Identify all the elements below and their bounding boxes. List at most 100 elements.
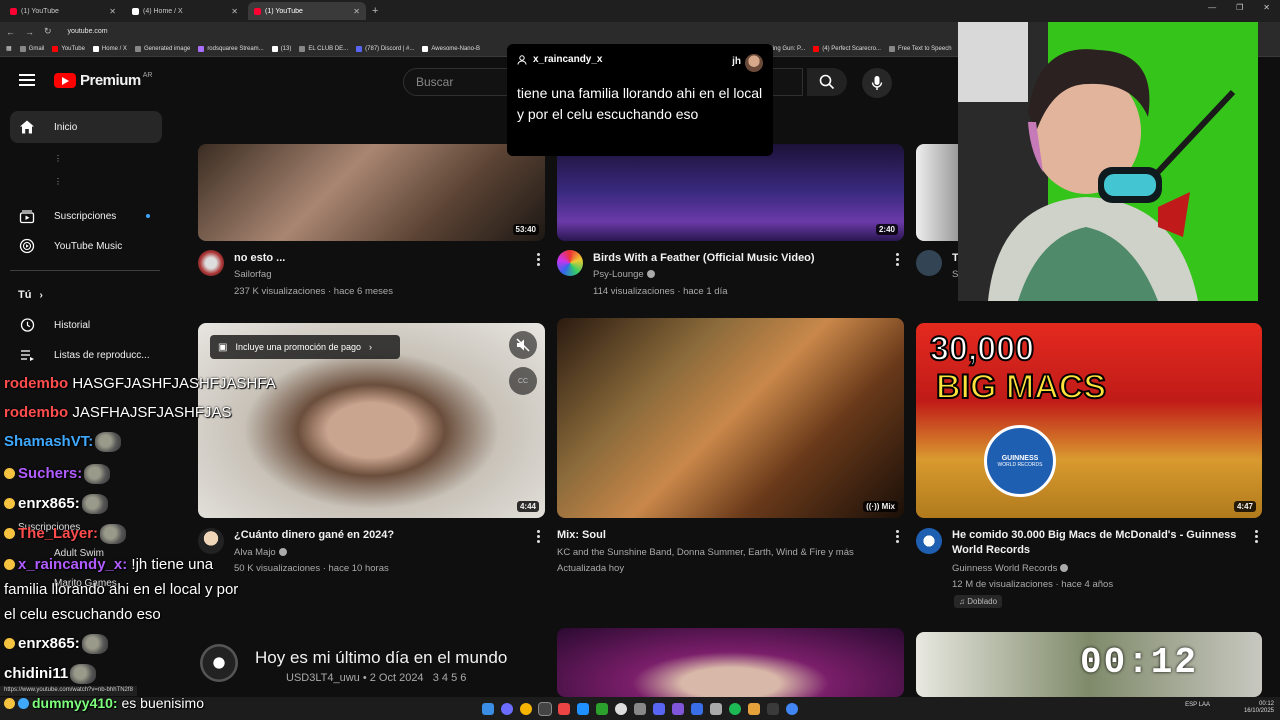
- back-icon[interactable]: ←: [6, 27, 15, 37]
- search-icon: [819, 74, 835, 90]
- tab-x-home[interactable]: (4) Home / X ✕: [126, 2, 244, 20]
- youtube-premium-logo[interactable]: Premium AR: [54, 72, 152, 89]
- reload-icon[interactable]: ↻: [44, 26, 52, 37]
- chat-emote: [70, 664, 97, 684]
- sidebar-item-historial[interactable]: Historial: [10, 309, 162, 341]
- app-icon[interactable]: [710, 702, 722, 715]
- sidebar-item-youtube-music[interactable]: YouTube Music: [10, 230, 162, 262]
- channel-name[interactable]: Psy-Lounge: [593, 267, 655, 283]
- window-controls: — ❐ ✕: [1208, 3, 1270, 12]
- video-thumbnail[interactable]: 2:40: [557, 144, 904, 241]
- close-window-icon[interactable]: ✕: [1263, 3, 1270, 12]
- bookmark-item[interactable]: rodsquaree Stream...: [198, 45, 264, 52]
- channel-name[interactable]: Guinness World Records: [952, 561, 1069, 577]
- more-options-icon[interactable]: [535, 530, 541, 544]
- close-icon[interactable]: ✕: [353, 7, 360, 16]
- sidebar-item-inicio[interactable]: Inicio: [10, 111, 162, 143]
- bookmark-item[interactable]: Home / X: [92, 45, 127, 52]
- bookmark-item[interactable]: EL CLUB DE...: [299, 45, 348, 52]
- close-icon[interactable]: ✕: [231, 7, 238, 16]
- divider: [10, 270, 160, 271]
- browser-tab-bar: (1) YouTube ✕ (4) Home / X ✕ (1) YouTube ✕ …: [0, 0, 1280, 22]
- verified-icon: [646, 270, 655, 278]
- video-title[interactable]: Birds With a Feather (Official Music Vid…: [593, 251, 883, 266]
- bookmark-item[interactable]: Awesome-Nano-B: [422, 45, 480, 52]
- badge-icon: [4, 559, 15, 570]
- sidebar-item-suscripciones[interactable]: Suscripciones: [10, 200, 162, 232]
- toast-username: x_raincandy_x: [517, 54, 763, 65]
- bookmark-item[interactable]: (787) Discord | #...: [356, 45, 414, 52]
- more-options-icon[interactable]: [1253, 530, 1259, 544]
- video-meta: Actualizada hoy: [557, 563, 625, 574]
- app-icon[interactable]: [558, 702, 570, 715]
- mix-icon: ((·)): [866, 502, 882, 511]
- channel-avatar[interactable]: [916, 250, 942, 276]
- windows-start-icon[interactable]: [482, 702, 494, 715]
- chat-message: dummyy410: es buenisimo: [4, 695, 204, 711]
- app-icon[interactable]: [691, 702, 703, 715]
- youtube-favicon-icon: [254, 7, 261, 15]
- app-icon[interactable]: [748, 702, 760, 715]
- youtube-play-icon: [54, 73, 76, 88]
- search-button[interactable]: [807, 68, 847, 96]
- language-indicator[interactable]: ESP LAA: [1185, 702, 1210, 708]
- bookmark-item[interactable]: Generated image: [134, 45, 190, 52]
- channel-name[interactable]: Sailorfag: [234, 267, 272, 283]
- more-options-icon[interactable]: [535, 253, 541, 267]
- chat-emote: [81, 634, 108, 654]
- url-field[interactable]: youtube.com: [68, 28, 108, 35]
- active-app-icon[interactable]: [538, 701, 552, 716]
- app-icon[interactable]: [672, 702, 684, 715]
- channel-avatar[interactable]: [557, 250, 583, 276]
- bookmark-item[interactable]: Gmail: [19, 45, 44, 52]
- tab-youtube-active[interactable]: (1) YouTube ✕: [248, 2, 366, 20]
- paid-promotion-banner[interactable]: ▣ Incluye una promoción de pago ›: [210, 335, 400, 359]
- sidebar-item-listas[interactable]: Listas de reproducc...: [10, 339, 162, 371]
- channel-avatar[interactable]: [198, 250, 224, 276]
- bookmark-item[interactable]: (13): [271, 45, 291, 52]
- minimize-icon[interactable]: —: [1208, 3, 1216, 12]
- bookmark-item[interactable]: Free Text to Speech: [888, 45, 952, 52]
- badge-icon: [4, 467, 15, 479]
- spotify-icon[interactable]: [729, 702, 741, 715]
- new-tab-button[interactable]: +: [372, 5, 378, 17]
- video-thumbnail[interactable]: [557, 628, 904, 697]
- apps-icon[interactable]: ▦: [6, 45, 12, 52]
- discord-icon[interactable]: [653, 702, 665, 715]
- chrome-icon[interactable]: [520, 702, 532, 715]
- app-icon[interactable]: [596, 702, 608, 715]
- video-title[interactable]: Mix: Soul: [557, 528, 877, 543]
- stream-timer: 00:12: [1080, 642, 1199, 683]
- clock[interactable]: 00:12 16/10/2025: [1244, 701, 1274, 715]
- video-title[interactable]: no esto ...: [234, 251, 524, 266]
- close-icon[interactable]: ✕: [109, 7, 116, 16]
- maximize-icon[interactable]: ❐: [1236, 3, 1243, 12]
- video-thumbnail[interactable]: 53:40: [198, 144, 545, 241]
- sidebar-item-tu[interactable]: Tú ›: [10, 279, 162, 311]
- video-thumbnail[interactable]: 30,000 BIG MACS GUINNESS WORLD RECORDS 4…: [916, 323, 1262, 518]
- app-icon[interactable]: [501, 702, 513, 715]
- mute-button[interactable]: [509, 331, 537, 359]
- x-favicon-icon: [132, 7, 139, 15]
- more-options-icon[interactable]: [894, 253, 900, 267]
- app-icon[interactable]: [767, 702, 779, 715]
- bookmark-item[interactable]: (4) Perfect Scarecro...: [813, 45, 881, 52]
- forward-icon[interactable]: →: [25, 27, 34, 37]
- badge-icon: [4, 527, 15, 539]
- bookmark-item[interactable]: YouTube: [52, 45, 85, 52]
- video-title[interactable]: He comido 30.000 Big Macs de McDonald's …: [952, 528, 1252, 558]
- browser-icon[interactable]: [786, 702, 798, 715]
- chat-message: x_raincandy_x: !jh tiene una: [4, 556, 213, 573]
- user-icon: [517, 54, 527, 65]
- tab-youtube-1[interactable]: (1) YouTube ✕: [4, 2, 122, 20]
- more-options-icon[interactable]: [894, 530, 900, 544]
- menu-icon[interactable]: [19, 74, 35, 86]
- captions-button[interactable]: CC: [509, 367, 537, 395]
- loading-placeholder: ⋮: [54, 177, 62, 186]
- channel-avatar[interactable]: [916, 528, 942, 554]
- steam-icon[interactable]: [577, 702, 589, 715]
- voice-search-button[interactable]: [862, 68, 892, 98]
- video-thumbnail[interactable]: ((·)) Mix: [557, 318, 904, 518]
- app-icon[interactable]: [634, 702, 646, 715]
- obs-icon[interactable]: [615, 702, 627, 715]
